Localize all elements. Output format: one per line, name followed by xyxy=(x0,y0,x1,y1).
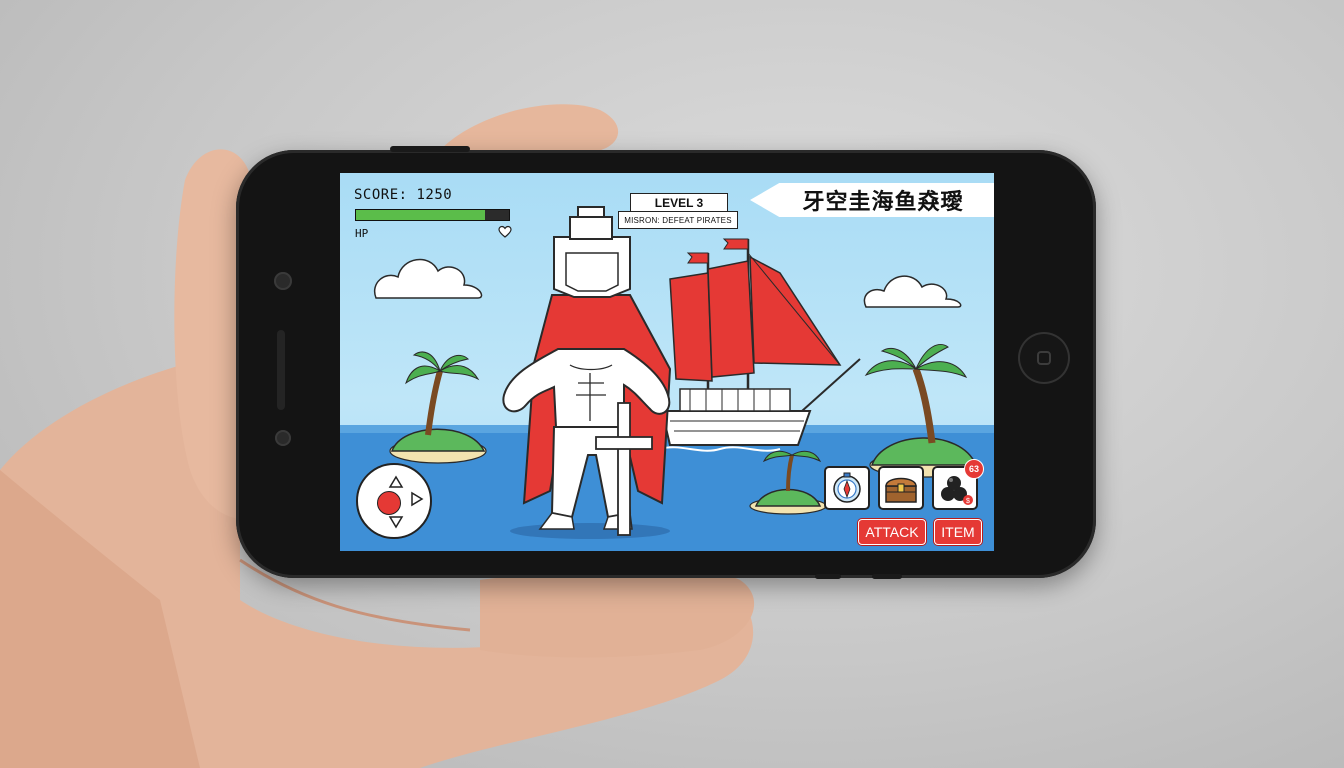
virtual-joystick[interactable] xyxy=(356,463,432,539)
sensor-icon xyxy=(275,430,291,446)
cloud xyxy=(373,258,483,299)
item-count-badge: 63 xyxy=(964,459,984,479)
treasure-chest-icon xyxy=(885,477,917,503)
mission-objective: MISRON: DEFEAT PIRATES xyxy=(618,211,738,229)
inventory-slot-treasure-chest[interactable] xyxy=(878,466,924,510)
inventory-slot-compass[interactable] xyxy=(824,466,870,510)
hp-bar xyxy=(355,209,510,221)
direction-arrows-icon xyxy=(388,475,424,529)
front-camera-icon xyxy=(274,272,292,290)
palm-island-right xyxy=(864,344,979,478)
level-indicator: LEVEL 3 xyxy=(630,193,728,213)
compass-icon xyxy=(833,472,861,503)
attack-button[interactable]: ATTACK xyxy=(858,519,926,545)
game-screen[interactable]: SCORE: 1250 HP LEVEL 3 MISRON: DEFEAT PI… xyxy=(340,173,994,551)
phone-volume-button xyxy=(815,574,841,579)
hp-label: HP xyxy=(355,227,369,240)
hp-bar-fill xyxy=(356,210,485,220)
phone-volume-button xyxy=(872,574,902,579)
home-button[interactable] xyxy=(1018,332,1070,384)
phone-side-button xyxy=(390,146,470,152)
heart-icon xyxy=(498,225,512,238)
cloud xyxy=(863,275,962,308)
pirate-ship xyxy=(659,238,861,452)
currency-symbol: $ xyxy=(966,498,970,505)
palm-island-left xyxy=(389,351,487,464)
item-button[interactable]: ITEM xyxy=(934,519,982,545)
score-label: SCORE: 1250 xyxy=(354,187,453,203)
game-title-banner: 牙空圭海鱼猋璦 xyxy=(750,183,994,217)
phone-speaker xyxy=(277,330,285,410)
